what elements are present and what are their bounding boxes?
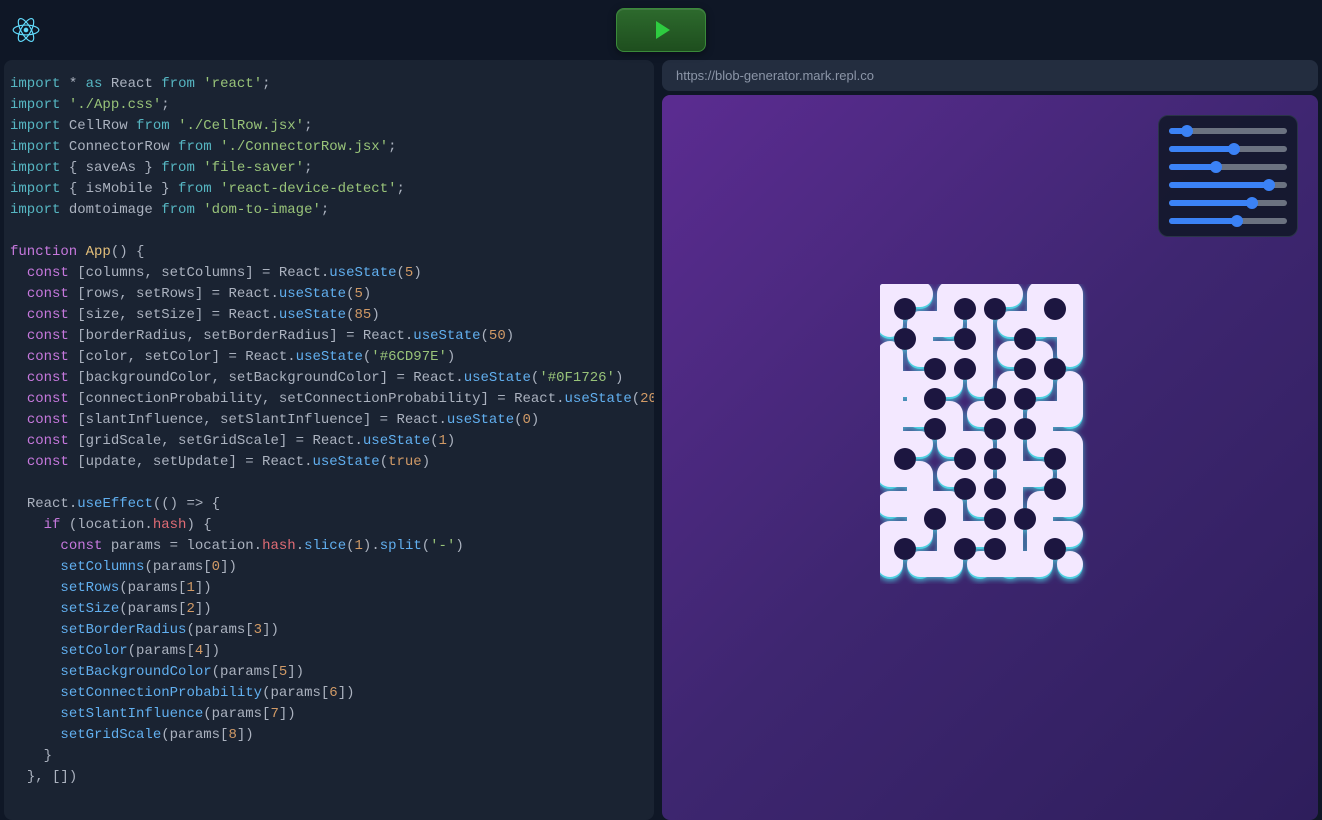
- sliders-panel: [1158, 115, 1298, 237]
- slider-3[interactable]: [1169, 182, 1287, 188]
- main-layout: import * as React from 'react'; import '…: [0, 60, 1322, 820]
- run-button[interactable]: [616, 8, 706, 52]
- slider-5[interactable]: [1169, 218, 1287, 224]
- slider-4[interactable]: [1169, 200, 1287, 206]
- play-icon: [656, 21, 670, 39]
- slider-0[interactable]: [1169, 128, 1287, 134]
- code-editor[interactable]: import * as React from 'react'; import '…: [4, 60, 654, 820]
- url-bar[interactable]: https://blob-generator.mark.repl.co: [662, 60, 1318, 91]
- react-logo-icon: [12, 16, 40, 44]
- header-bar: [0, 0, 1322, 60]
- preview-area: [662, 95, 1318, 820]
- code-content[interactable]: import * as React from 'react'; import '…: [10, 74, 648, 788]
- slider-2[interactable]: [1169, 164, 1287, 170]
- slider-1[interactable]: [1169, 146, 1287, 152]
- blob-output: [880, 284, 1100, 584]
- preview-panel: https://blob-generator.mark.repl.co: [662, 60, 1318, 820]
